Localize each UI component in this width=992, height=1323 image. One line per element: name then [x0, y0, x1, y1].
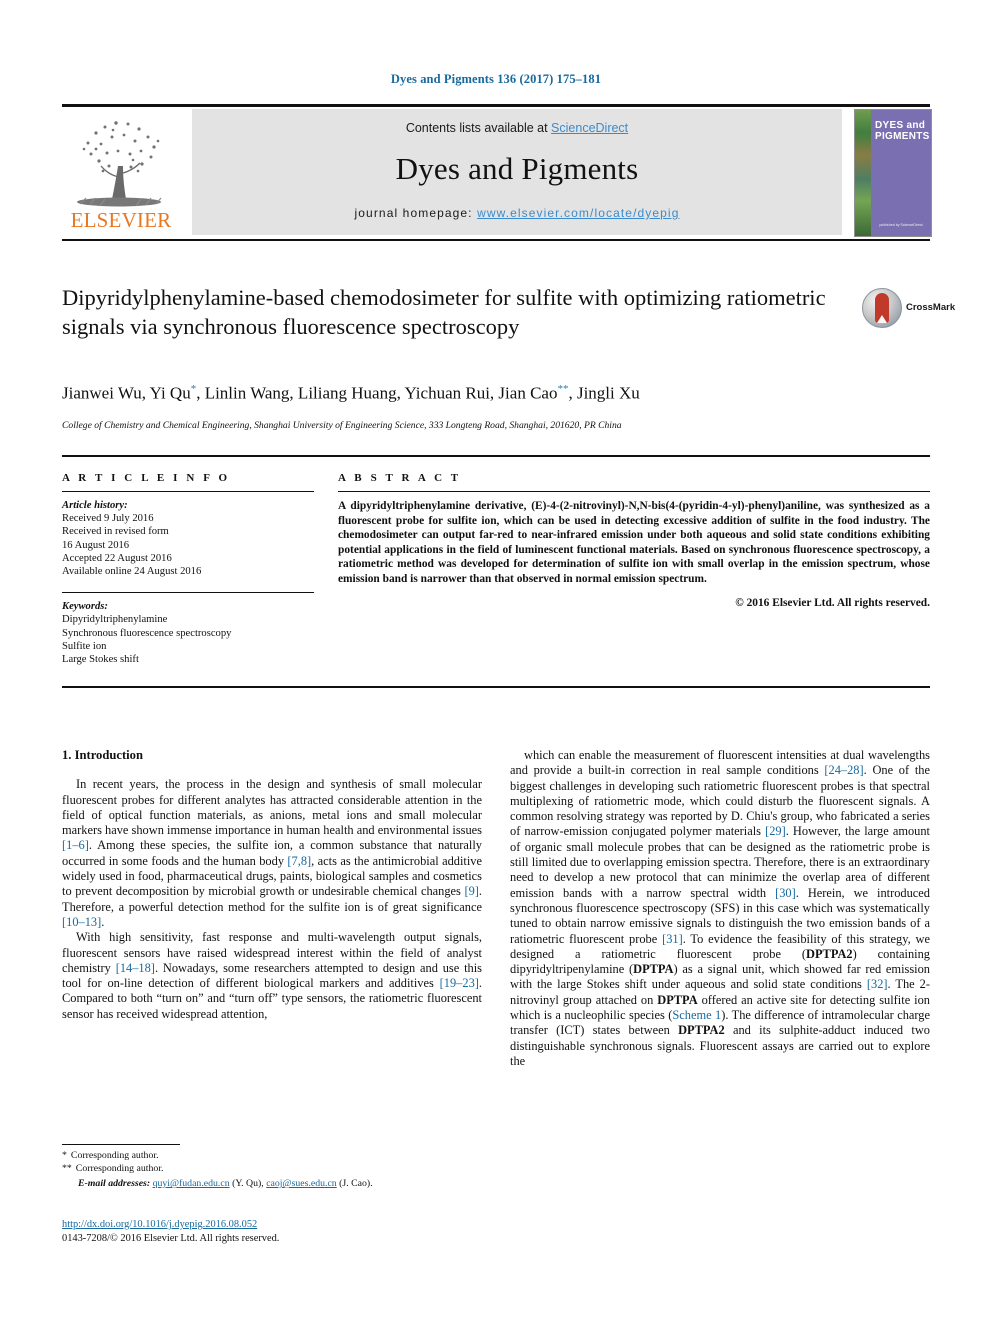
sciencedirect-link[interactable]: ScienceDirect: [551, 121, 628, 135]
keywords-rule: [62, 592, 314, 594]
keyword-item: Large Stokes shift: [62, 654, 139, 666]
homepage-prefix: journal homepage:: [354, 206, 478, 220]
keywords-label: Keywords:: [62, 601, 108, 613]
abstract-column: A B S T R A C T A dipyridyltriphenylamin…: [338, 472, 930, 609]
compound-name: DPTPA: [633, 962, 674, 977]
article-info-heading: A R T I C L E I N F O: [62, 472, 231, 484]
citation-link[interactable]: [14–18]: [116, 961, 155, 975]
citation-link[interactable]: [10–13]: [62, 915, 101, 929]
keyword-item: Synchronous fluorescence spectroscopy: [62, 627, 232, 639]
affiliation: College of Chemistry and Chemical Engine…: [62, 420, 622, 431]
citation-link[interactable]: [7,8]: [287, 854, 311, 868]
history-item: Received in revised form: [62, 526, 169, 538]
keyword-item: Sulfite ion: [62, 640, 107, 652]
elsevier-wordmark: ELSEVIER: [70, 208, 172, 232]
journal-article-page: Dyes and Pigments 136 (2017) 175–181 ELS…: [0, 0, 992, 1323]
citation-link[interactable]: [29]: [765, 824, 786, 838]
cover-art-strip: [855, 110, 871, 236]
issn-copyright-line: 0143-7208/© 2016 Elsevier Ltd. All right…: [62, 1232, 280, 1244]
journal-cover-thumbnail[interactable]: DYES and PIGMENTS published by ScienceDi…: [854, 109, 932, 237]
history-item: 16 August 2016: [62, 539, 130, 551]
footnote-corresponding-2: ** Corresponding author.: [62, 1163, 482, 1176]
citation-link[interactable]: [30]: [775, 886, 796, 900]
masthead-bottom-rule: [62, 239, 930, 241]
info-band-bottom-rule: [62, 686, 930, 688]
history-item: Received 9 July 2016: [62, 513, 154, 525]
email-link-cao[interactable]: caoj@sues.edu.cn: [266, 1178, 337, 1189]
journal-homepage-line: journal homepage: www.elsevier.com/locat…: [192, 206, 842, 220]
footnote-block: * Corresponding author. ** Corresponding a…: [62, 1150, 482, 1191]
crossmark-badge[interactable]: CrossMark: [862, 288, 955, 328]
email-owner-qu: (Y. Qu): [232, 1178, 262, 1190]
info-band-top-rule: [62, 455, 930, 457]
citation-link[interactable]: [1–6]: [62, 838, 89, 852]
cover-footer-text: published by ScienceDirect: [879, 223, 923, 227]
footnote-separator-rule: [62, 1144, 180, 1145]
compound-name: DPTPA: [657, 992, 698, 1007]
paragraph-intro-1: In recent years, the process in the desi…: [62, 777, 482, 929]
page-title: Dipyridylphenylamine-based chemodosimete…: [62, 285, 826, 339]
paragraph-intro-3: which can enable the measurement of fluo…: [510, 748, 930, 1068]
paragraph-intro-2: With high sensitivity, fast response and…: [62, 930, 482, 1021]
masthead-center-band: Contents lists available at ScienceDirec…: [192, 109, 842, 235]
article-info-column: A R T I C L E I N F O Article history: R…: [62, 472, 314, 666]
body-column-right: which can enable the measurement of fluo…: [510, 748, 930, 1069]
abstract-rule: [338, 491, 930, 492]
cover-title-text: DYES and PIGMENTS: [875, 120, 930, 142]
abstract-copyright: © 2016 Elsevier Ltd. All rights reserved…: [735, 596, 930, 609]
citation-link[interactable]: [31]: [662, 932, 683, 946]
citation-link[interactable]: [32]: [867, 977, 888, 991]
masthead-top-rule: [62, 104, 930, 107]
compound-name: DPTPA2: [806, 946, 853, 961]
crossmark-label: CrossMark: [906, 302, 956, 313]
history-item: Available online 24 August 2016: [62, 566, 202, 578]
elsevier-tree-icon: [77, 121, 162, 207]
footnote-text-1: Corresponding author.: [70, 1150, 159, 1161]
email-addresses-label: E-mail addresses:: [78, 1178, 151, 1190]
citation-link[interactable]: [9]: [464, 884, 478, 898]
keyword-item: Dipyridyltriphenylamine: [62, 614, 168, 626]
elsevier-logo: ELSEVIER: [62, 109, 180, 235]
email-owner-cao: (J. Cao).: [339, 1178, 373, 1190]
doi-link[interactable]: http://dx.doi.org/10.1016/j.dyepig.2016.…: [62, 1219, 257, 1230]
contents-prefix: Contents lists available at: [405, 121, 552, 135]
citation-link[interactable]: Scheme 1: [672, 1008, 721, 1022]
footnote-corresponding-1: * Corresponding author.: [62, 1150, 482, 1163]
body-column-left: 1. Introduction In recent years, the pro…: [62, 748, 482, 1022]
article-history-group: Article history: Received 9 July 2016 Re…: [62, 499, 314, 578]
doi-block: http://dx.doi.org/10.1016/j.dyepig.2016.…: [62, 1218, 482, 1245]
citation-link[interactable]: [19–23]: [440, 976, 479, 990]
footnote-mark-single: *: [62, 1150, 67, 1161]
journal-homepage-link[interactable]: www.elsevier.com/locate/dyepig: [477, 206, 679, 220]
article-info-rule: [62, 491, 314, 492]
crossmark-book-icon: [875, 293, 889, 323]
contents-available-line: Contents lists available at ScienceDirec…: [192, 109, 842, 135]
journal-title: Dyes and Pigments: [395, 151, 639, 186]
keywords-group: Keywords: Dipyridyltriphenylamine Synchr…: [62, 600, 314, 666]
author-list: Jianwei Wu, Yi Qu*, Linlin Wang, Liliang…: [62, 383, 640, 403]
footnote-text-2: Corresponding author.: [75, 1162, 164, 1174]
running-head: Dyes and Pigments 136 (2017) 175–181: [390, 72, 602, 86]
citation-link[interactable]: [24–28]: [824, 763, 863, 777]
article-history-label: Article history:: [62, 500, 128, 511]
abstract-heading: A B S T R A C T: [338, 472, 462, 484]
footnote-emails: E-mail addresses: quyi@fudan.edu.cn (Y. …: [78, 1178, 373, 1190]
title-block: Dipyridylphenylamine-based chemodosimete…: [62, 283, 842, 341]
footnote-mark-double: **: [62, 1162, 72, 1174]
compound-name: DPTPA2: [678, 1023, 725, 1038]
crossmark-icon: [862, 288, 902, 328]
abstract-text: A dipyridyltriphenylamine derivative, (E…: [338, 500, 930, 585]
section-heading-introduction: 1. Introduction: [62, 748, 143, 762]
history-item: Accepted 22 August 2016: [62, 552, 172, 564]
email-link-qu[interactable]: quyi@fudan.edu.cn: [153, 1178, 230, 1189]
journal-masthead: ELSEVIER Contents lists available at Sci…: [62, 104, 932, 241]
